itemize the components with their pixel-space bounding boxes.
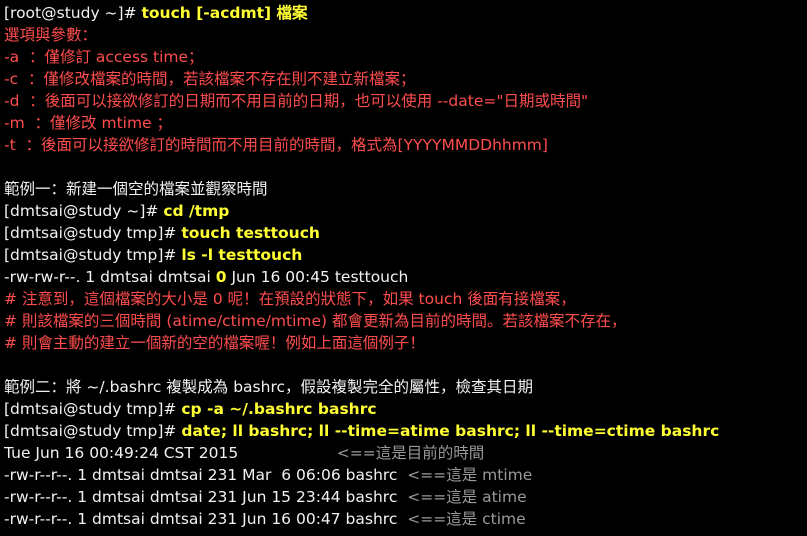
terminal-line: 選項與參數： <box>0 24 807 46</box>
terminal-line: 範例二：將 ~/.bashrc 複製成為 bashrc，假設複製完全的屬性，檢查… <box>0 376 807 398</box>
command-text: 0 <box>215 268 227 286</box>
option-text: -d ：後面可以接欲修訂的日期而不用目前的日期，也可以使用 --date="日期… <box>4 92 589 110</box>
option-text: # 則該檔案的三個時間 (atime/ctime/mtime) 都會更新為目前的… <box>4 312 627 330</box>
terminal-text: -rw-rw-r--. 1 dmtsai dmtsai <box>4 268 216 286</box>
command-text: date; ll bashrc; ll --time=atime bashrc;… <box>181 422 720 440</box>
terminal-line: [dmtsai@study ~]# cd /tmp <box>0 200 807 222</box>
terminal-line: -m ：僅修改 mtime ； <box>0 112 807 134</box>
terminal-output[interactable]: [root@study ~]# touch [-acdmt] 檔案選項與參數： -… <box>0 0 807 536</box>
command-text: cp -a ~/.bashrc bashrc <box>181 400 377 418</box>
command-text: cd /tmp <box>163 202 230 220</box>
terminal-line: 範例一：新建一個空的檔案並觀察時間 <box>0 178 807 200</box>
option-text: -m ：僅修改 mtime ； <box>4 114 173 132</box>
comment-text: <==這是 ctime <box>407 510 526 528</box>
terminal-line: -rw-r--r--. 1 dmtsai dmtsai 231 Mar 6 06… <box>0 464 807 486</box>
terminal-line: -d ：後面可以接欲修訂的日期而不用目前的日期，也可以使用 --date="日期… <box>0 90 807 112</box>
command-text: ls -l testtouch <box>181 246 303 264</box>
terminal-text: Tue Jun 16 00:49:24 CST 2015 <box>4 444 337 462</box>
terminal-text: 範例二：將 ~/.bashrc 複製成為 bashrc，假設複製完全的屬性，檢查… <box>4 378 533 396</box>
option-text: -c ：僅修改檔案的時間，若該檔案不存在則不建立新檔案； <box>4 70 416 88</box>
terminal-text: -rw-r--r--. 1 dmtsai dmtsai 231 Jun 16 0… <box>4 510 408 528</box>
terminal-text: -rw-r--r--. 1 dmtsai dmtsai 231 Jun 15 2… <box>4 488 408 506</box>
terminal-text: [dmtsai@study ~]# <box>4 202 164 220</box>
option-text: -t ：後面可以接欲修訂的時間而不用目前的時間，格式為[YYYYMMDDhhmm… <box>4 136 548 154</box>
option-text: -a ：僅修訂 access time； <box>4 48 204 66</box>
comment-text: <==這是 atime <box>407 488 527 506</box>
comment-text: <==這是目前的時間 <box>336 444 485 462</box>
terminal-text: [dmtsai@study tmp]# <box>4 422 182 440</box>
terminal-line: -c ：僅修改檔案的時間，若該檔案不存在則不建立新檔案； <box>0 68 807 90</box>
terminal-text: -rw-r--r--. 1 dmtsai dmtsai 231 Mar 6 06… <box>4 466 408 484</box>
terminal-line: # 則該檔案的三個時間 (atime/ctime/mtime) 都會更新為目前的… <box>0 310 807 332</box>
terminal-line: # 則會主動的建立一個新的空的檔案喔！例如上面這個例子！ <box>0 332 807 354</box>
comment-text: <==這是 mtime <box>407 466 533 484</box>
terminal-line: Tue Jun 16 00:49:24 CST 2015 <==這是目前的時間 <box>0 442 807 464</box>
terminal-text: 範例一：新建一個空的檔案並觀察時間 <box>4 180 268 198</box>
command-text: touch testtouch <box>181 224 320 242</box>
terminal-line: -rw-r--r--. 1 dmtsai dmtsai 231 Jun 15 2… <box>0 486 807 508</box>
terminal-text: [dmtsai@study tmp]# <box>4 224 182 242</box>
terminal-line: -rw-rw-r--. 1 dmtsai dmtsai 0 Jun 16 00:… <box>0 266 807 288</box>
terminal-line: [dmtsai@study tmp]# ls -l testtouch <box>0 244 807 266</box>
command-text: touch [-acdmt] 檔案 <box>141 4 308 22</box>
terminal-line: -t ：後面可以接欲修訂的時間而不用目前的時間，格式為[YYYYMMDDhhmm… <box>0 134 807 156</box>
option-text: # 則會主動的建立一個新的空的檔案喔！例如上面這個例子！ <box>4 334 425 352</box>
terminal-line: [root@study ~]# touch [-acdmt] 檔案 <box>0 2 807 24</box>
terminal-text: [root@study ~]# <box>4 4 142 22</box>
terminal-line: # 注意到，這個檔案的大小是 0 呢！在預設的狀態下，如果 touch 後面有接… <box>0 288 807 310</box>
terminal-text: [dmtsai@study tmp]# <box>4 400 182 418</box>
terminal-line: [dmtsai@study tmp]# cp -a ~/.bashrc bash… <box>0 398 807 420</box>
terminal-line: [dmtsai@study tmp]# date; ll bashrc; ll … <box>0 420 807 442</box>
terminal-line: -a ：僅修訂 access time； <box>0 46 807 68</box>
terminal-line: -rw-r--r--. 1 dmtsai dmtsai 231 Jun 16 0… <box>0 508 807 530</box>
terminal-text: Jun 16 00:45 testtouch <box>226 268 409 286</box>
option-text: # 注意到，這個檔案的大小是 0 呢！在預設的狀態下，如果 touch 後面有接… <box>4 290 576 308</box>
terminal-line: [dmtsai@study tmp]# touch testtouch <box>0 222 807 244</box>
option-text: 選項與參數： <box>4 26 98 44</box>
terminal-text: [dmtsai@study tmp]# <box>4 246 182 264</box>
